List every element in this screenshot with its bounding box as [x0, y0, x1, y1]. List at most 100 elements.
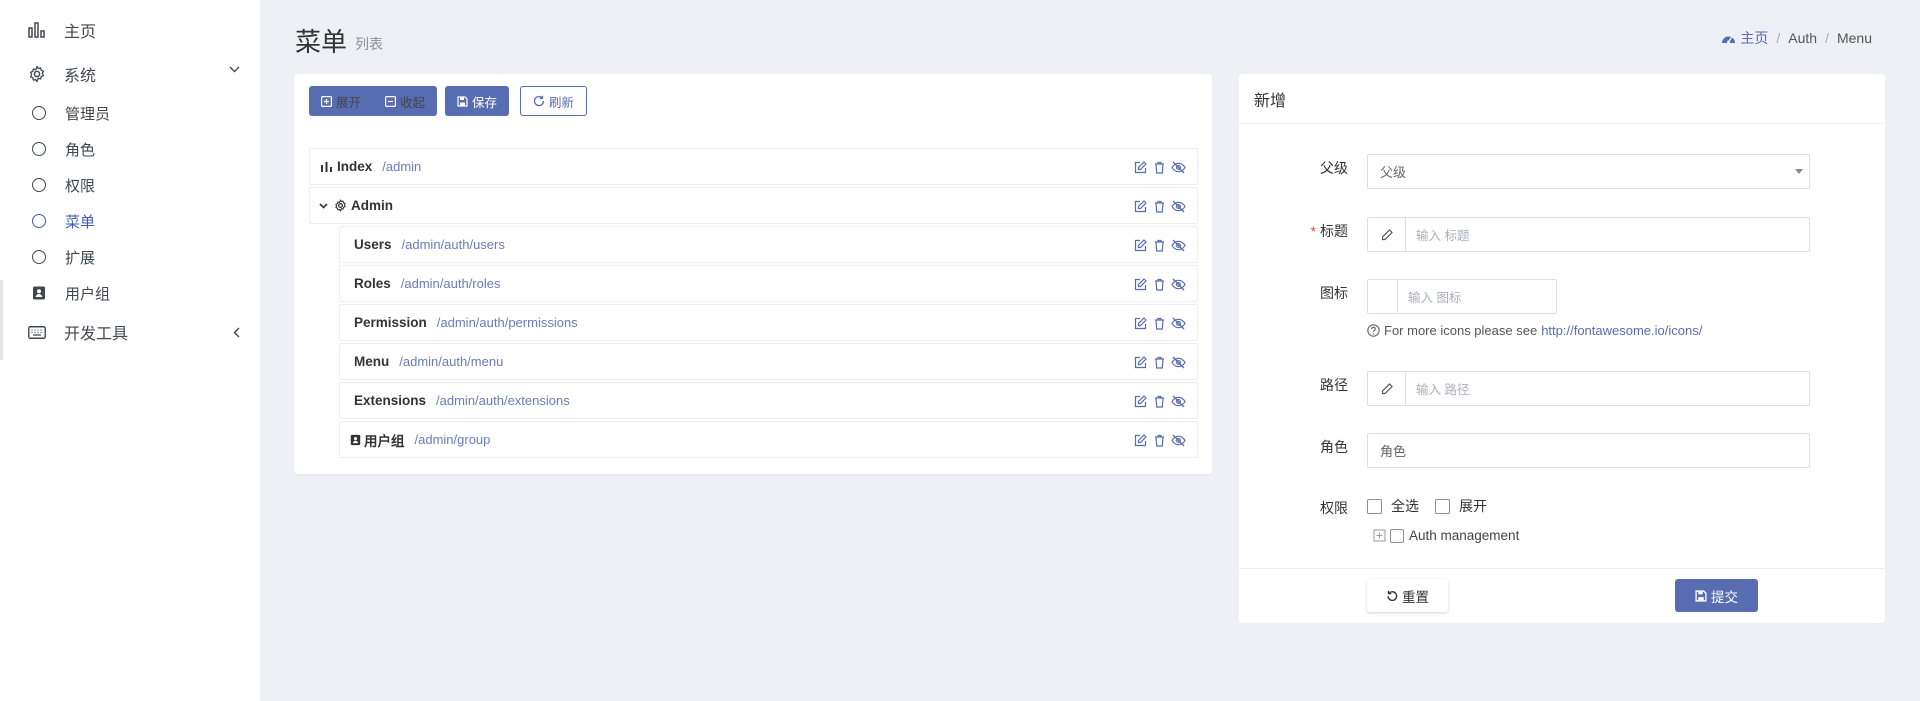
edit-icon[interactable] [1131, 160, 1149, 174]
sidebar-item-home[interactable]: 主页 [0, 8, 260, 52]
tree-item-path: /admin/auth/extensions [436, 393, 570, 408]
icon-help: For more icons please see http://fontawe… [1367, 323, 1702, 338]
breadcrumb-separator: / [1776, 30, 1781, 46]
edit-icon[interactable] [1131, 277, 1149, 291]
expand-label: 展开 [336, 95, 362, 110]
tree-item-actions [1130, 238, 1187, 252]
sidebar-item-usergroup[interactable]: 用户组 [0, 275, 260, 311]
tree-toolbar: 展开 收起 保存 刷新 [309, 86, 588, 116]
circle-icon [32, 106, 46, 120]
sidebar-item-label: 管理员 [65, 105, 111, 123]
eye-slash-icon[interactable] [1169, 316, 1187, 330]
title-label-text: 标题 [1320, 223, 1348, 239]
reset-label: 重置 [1402, 589, 1429, 605]
edit-icon[interactable] [1131, 433, 1149, 447]
refresh-button[interactable]: 刷新 [520, 86, 588, 116]
tree-item-title: 用户组 [364, 433, 405, 449]
uri-input[interactable]: 输入 路径 [1367, 371, 1810, 406]
dashboard-icon [1721, 32, 1736, 44]
title-input[interactable]: 输入 标题 [1367, 217, 1810, 252]
breadcrumb-home[interactable]: 主页 [1721, 28, 1768, 48]
sidebar-item-extensions[interactable]: 扩展 [0, 239, 260, 275]
tree-item-title: Roles [354, 276, 391, 291]
minus-square-icon [385, 95, 397, 107]
edit-icon[interactable] [1131, 199, 1149, 213]
tree-item-index[interactable]: Index /admin [309, 148, 1198, 185]
checkbox[interactable] [1435, 498, 1450, 514]
trash-icon[interactable] [1150, 316, 1168, 330]
trash-icon[interactable] [1150, 160, 1168, 174]
eye-slash-icon[interactable] [1169, 277, 1187, 291]
parent-select-value: 父级 [1380, 165, 1407, 180]
eye-slash-icon[interactable] [1169, 433, 1187, 447]
trash-icon[interactable] [1150, 238, 1168, 252]
save-label: 保存 [472, 95, 498, 110]
form-footer-divider [1239, 568, 1885, 569]
eye-slash-icon[interactable] [1169, 394, 1187, 408]
sidebar-item-devtools[interactable]: 开发工具 [0, 310, 260, 354]
expand-collapse-group: 展开 收起 [309, 86, 438, 116]
fontawesome-link[interactable]: http://fontawesome.io/icons/ [1541, 323, 1702, 338]
sidebar-item-roles[interactable]: 角色 [0, 131, 260, 167]
chevron-down-icon[interactable] [319, 202, 328, 209]
collapse-button[interactable]: 收起 [373, 86, 437, 116]
tree-item-menu[interactable]: Menu /admin/auth/menu [339, 343, 1198, 380]
tree-item-extensions[interactable]: Extensions /admin/auth/extensions [339, 382, 1198, 419]
edit-icon[interactable] [1131, 316, 1149, 330]
reset-button[interactable]: 重置 [1367, 579, 1448, 612]
tree-item-users[interactable]: Users /admin/auth/users [339, 226, 1198, 263]
tree-expand-icon[interactable] [1373, 529, 1386, 542]
tree-item-roles[interactable]: Roles /admin/auth/roles [339, 265, 1198, 302]
eye-slash-icon[interactable] [1169, 160, 1187, 174]
sidebar-devtools-label: 开发工具 [64, 326, 129, 343]
parent-label: 父级 [1320, 160, 1348, 176]
sidebar-item-permissions[interactable]: 权限 [0, 167, 260, 203]
tree-item-title: Menu [354, 354, 390, 369]
roles-label: 角色 [1320, 439, 1348, 455]
eye-slash-icon[interactable] [1169, 199, 1187, 213]
trash-icon[interactable] [1150, 355, 1168, 369]
sidebar-item-system[interactable]: 系统 [0, 52, 260, 96]
checkbox[interactable] [1367, 498, 1382, 514]
sidebar-item-label: 角色 [65, 141, 96, 159]
chevron-left-icon [233, 327, 240, 338]
eye-slash-icon[interactable] [1169, 355, 1187, 369]
sidebar-item-menu[interactable]: 菜单 [0, 203, 260, 239]
title-label: * 标题 [1311, 221, 1348, 241]
chevron-down-icon [229, 66, 240, 73]
plus-square-icon [321, 95, 332, 107]
tree-item-path: /admin [382, 159, 422, 174]
save-button[interactable]: 保存 [445, 86, 510, 116]
permission-tree-node[interactable]: Auth management [1373, 528, 1519, 543]
tree-item-admin[interactable]: Admin [309, 187, 1198, 224]
tree-item-title: Permission [354, 315, 427, 330]
page-title: 菜单 [295, 27, 348, 57]
sidebar-item-label: 用户组 [65, 285, 111, 303]
required-asterisk: * [1310, 223, 1316, 239]
select-all-checkbox[interactable]: 全选 [1367, 496, 1419, 516]
submit-button[interactable]: 提交 [1675, 579, 1758, 612]
sidebar-item-administrators[interactable]: 管理员 [0, 95, 260, 131]
expand-button[interactable]: 展开 [309, 86, 373, 116]
tree-item-permission[interactable]: Permission /admin/auth/permissions [339, 304, 1198, 341]
save-icon [1695, 589, 1707, 602]
trash-icon[interactable] [1150, 433, 1168, 447]
breadcrumb-auth[interactable]: Auth [1788, 30, 1817, 46]
trash-icon[interactable] [1150, 394, 1168, 408]
checkbox[interactable] [1390, 528, 1404, 543]
edit-icon[interactable] [1131, 394, 1149, 408]
tree-item-title: Extensions [354, 393, 427, 408]
edit-icon[interactable] [1131, 355, 1149, 369]
icon-input[interactable]: 输入 图标 [1367, 279, 1557, 314]
sidebar-home-label: 主页 [64, 24, 97, 41]
expand-checkbox[interactable]: 展开 [1435, 496, 1487, 516]
parent-select[interactable]: 父级 [1367, 154, 1810, 189]
permission-node-label: Auth management [1409, 528, 1520, 543]
breadcrumb: 主页 / Auth / Menu [1721, 28, 1872, 48]
trash-icon[interactable] [1150, 277, 1168, 291]
tree-item-usergroup[interactable]: 用户组 /admin/group [339, 421, 1198, 458]
roles-select[interactable]: 角色 [1367, 433, 1810, 468]
edit-icon[interactable] [1131, 238, 1149, 252]
eye-slash-icon[interactable] [1169, 238, 1187, 252]
trash-icon[interactable] [1150, 199, 1168, 213]
